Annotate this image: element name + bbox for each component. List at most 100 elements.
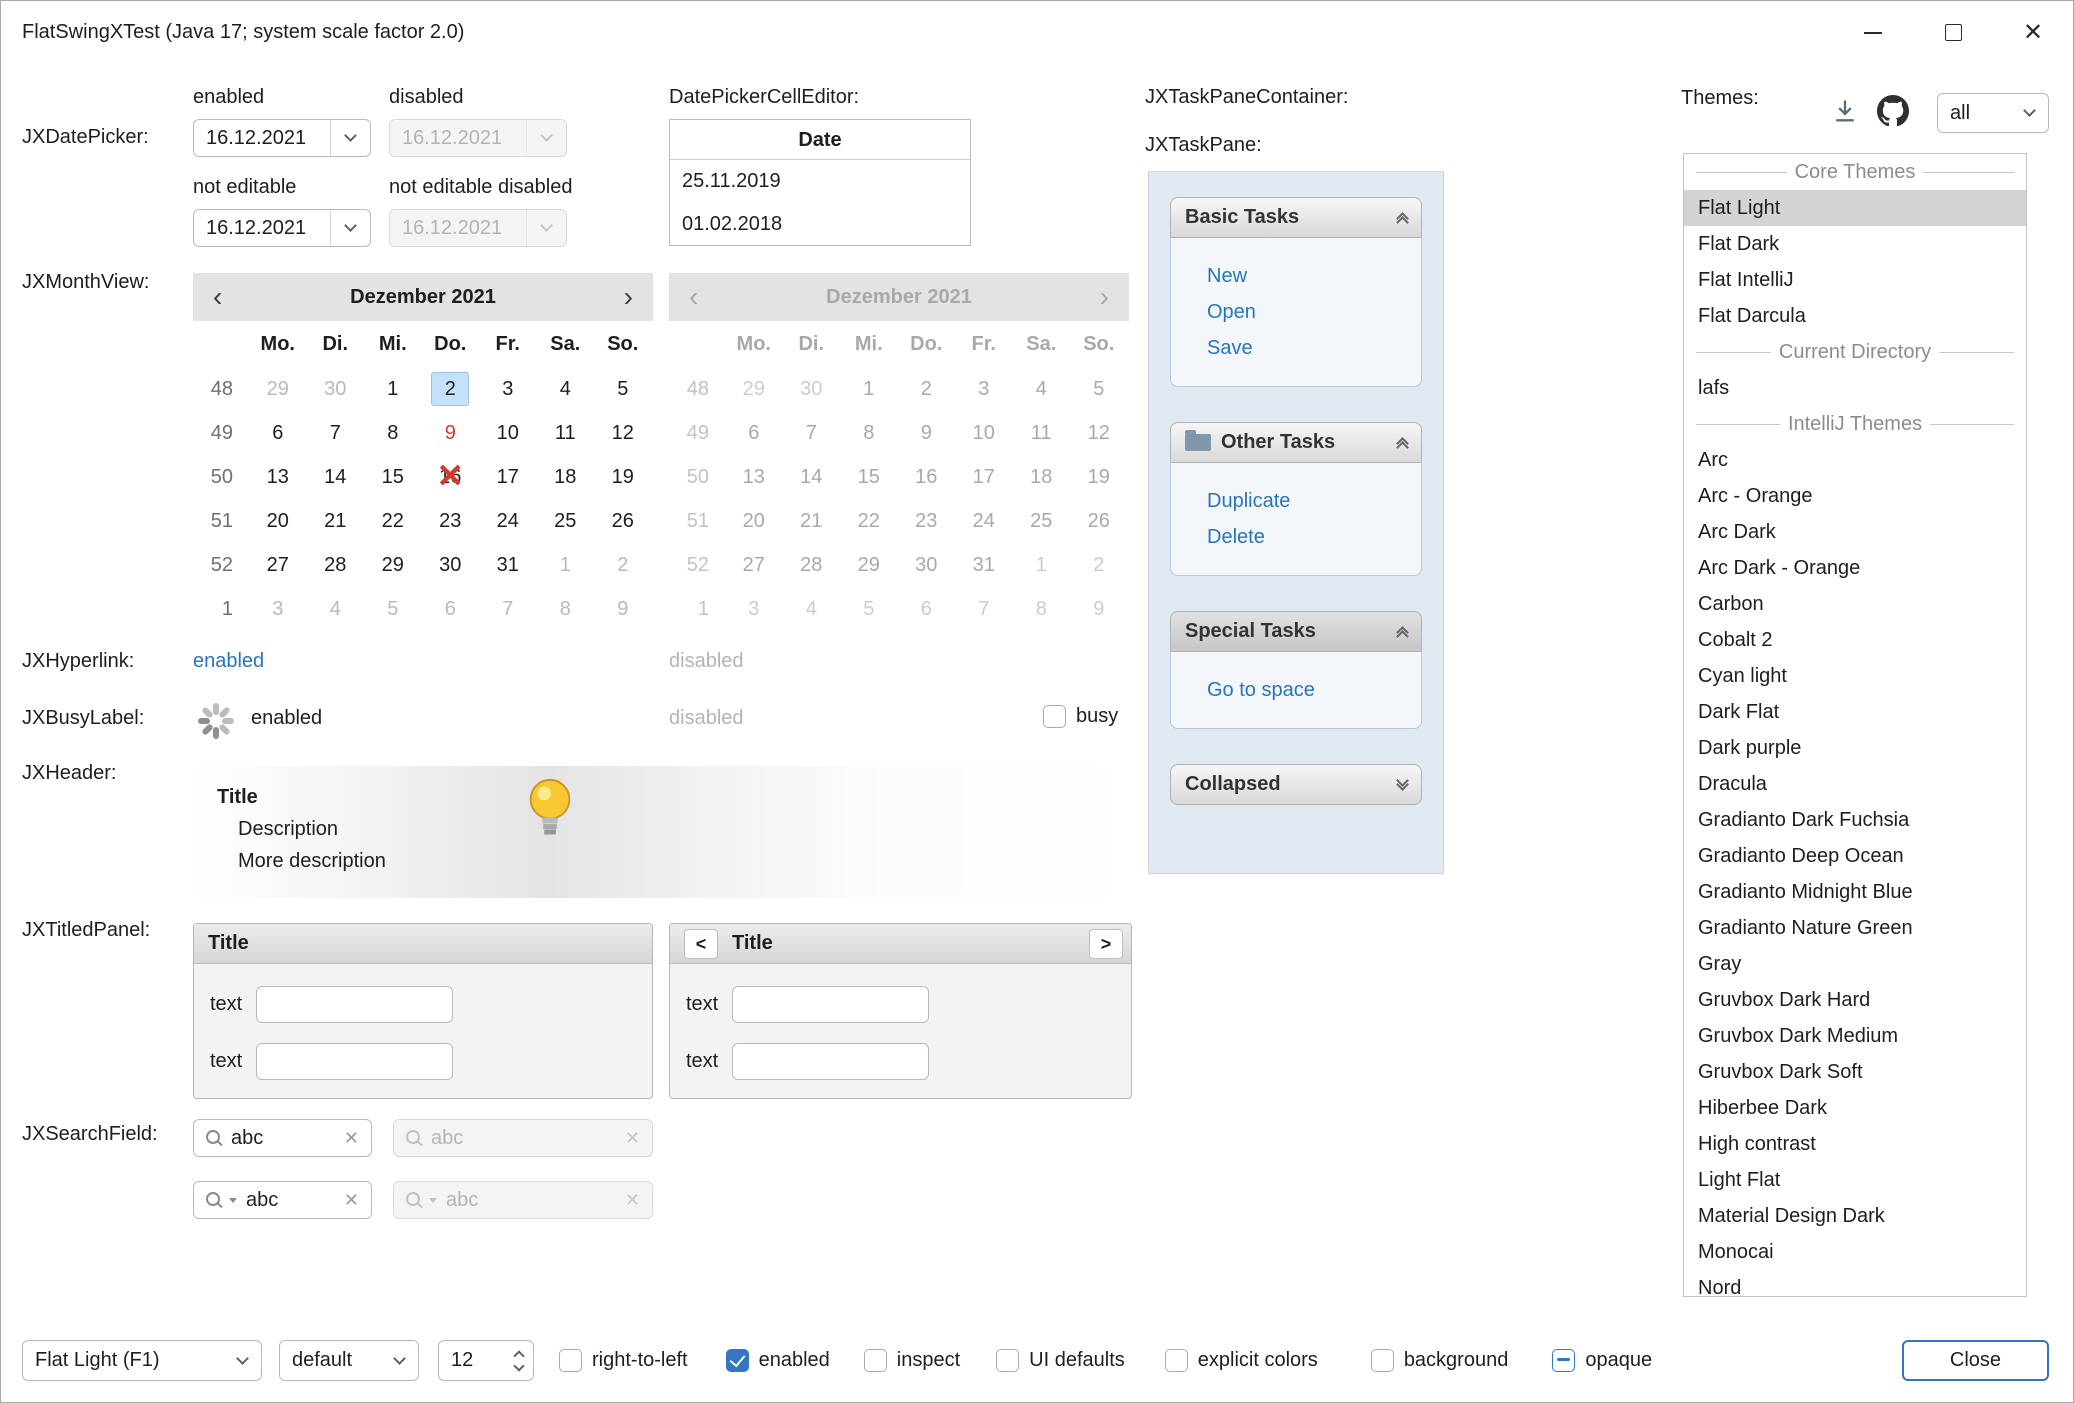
datepicker-not-editable[interactable]: 16.12.2021 bbox=[193, 209, 371, 247]
calendar-day[interactable]: 10 bbox=[479, 416, 537, 450]
minimize-button[interactable] bbox=[1833, 1, 1913, 64]
checkbox-right-to-left[interactable]: right-to-left bbox=[559, 1349, 688, 1372]
calendar-day[interactable]: 4 bbox=[537, 372, 595, 406]
theme-list-item[interactable]: Gradianto Deep Ocean bbox=[1684, 838, 2026, 874]
taskpane-link[interactable]: New bbox=[1207, 258, 1421, 294]
calendar-day[interactable]: 31 bbox=[479, 548, 537, 582]
titled-panel-prev-button[interactable]: < bbox=[684, 929, 718, 959]
theme-list-item[interactable]: Gruvbox Dark Hard bbox=[1684, 982, 2026, 1018]
theme-list-item[interactable]: Arc Dark bbox=[1684, 514, 2026, 550]
checkbox-box[interactable] bbox=[996, 1349, 1019, 1372]
calendar-day[interactable]: 28 bbox=[307, 548, 365, 582]
calendar-day[interactable]: 12 bbox=[594, 416, 652, 450]
calendar-day[interactable]: 9 bbox=[594, 592, 652, 626]
checkbox-opaque[interactable]: opaque bbox=[1552, 1349, 1652, 1372]
calendar-day[interactable]: 29 bbox=[249, 372, 307, 406]
calendar-day[interactable]: 14 bbox=[307, 460, 365, 494]
taskpane-title[interactable]: Other Tasks bbox=[1170, 422, 1422, 463]
spinner-arrows[interactable] bbox=[515, 1352, 523, 1370]
clear-icon[interactable]: ✕ bbox=[344, 1191, 359, 1209]
titled-panel-next-button[interactable]: > bbox=[1089, 929, 1123, 959]
theme-list-item[interactable]: Flat Darcula bbox=[1684, 298, 2026, 334]
taskpane-title[interactable]: Collapsed bbox=[1170, 764, 1422, 805]
calendar-day[interactable]: 22 bbox=[364, 504, 422, 538]
search-value[interactable]: abc bbox=[231, 1127, 263, 1150]
calendar-day[interactable]: 18 bbox=[537, 460, 595, 494]
calendar-day[interactable]: 11 bbox=[537, 416, 595, 450]
calendar-day[interactable]: 8 bbox=[364, 416, 422, 450]
close-button[interactable]: Close bbox=[1902, 1340, 2049, 1381]
chevron-double-up-icon[interactable] bbox=[1398, 439, 1407, 447]
theme-list-item[interactable]: Gruvbox Dark Soft bbox=[1684, 1054, 2026, 1090]
theme-list-item[interactable]: Dracula bbox=[1684, 766, 2026, 802]
search-field-enabled[interactable]: abc ✕ bbox=[193, 1119, 372, 1157]
taskpane-link[interactable]: Delete bbox=[1207, 519, 1421, 555]
taskpane-link[interactable]: Go to space bbox=[1207, 672, 1421, 708]
theme-list-item[interactable]: Monocai bbox=[1684, 1234, 2026, 1270]
calendar-day[interactable]: 9 bbox=[422, 416, 480, 450]
titled-panel-text-field[interactable] bbox=[732, 986, 929, 1023]
datepicker-dropdown-button[interactable] bbox=[330, 210, 370, 246]
calendar-day[interactable]: 29 bbox=[364, 548, 422, 582]
calendar-day[interactable]: 1 bbox=[364, 372, 422, 406]
close-window-button[interactable]: ✕ bbox=[1993, 1, 2073, 64]
taskpane-title[interactable]: Basic Tasks bbox=[1170, 197, 1422, 238]
theme-list-item[interactable]: Nord bbox=[1684, 1270, 2026, 1297]
calendar-day[interactable]: 2 bbox=[422, 372, 480, 406]
theme-list-item[interactable]: Gradianto Dark Fuchsia bbox=[1684, 802, 2026, 838]
date-table-row[interactable]: 01.02.2018 bbox=[670, 203, 970, 246]
theme-list-item[interactable]: Gradianto Midnight Blue bbox=[1684, 874, 2026, 910]
theme-list-item[interactable]: Gray bbox=[1684, 946, 2026, 982]
search-value[interactable]: abc bbox=[246, 1189, 278, 1212]
calendar-day[interactable]: 1 bbox=[537, 548, 595, 582]
calendar-day[interactable]: 3 bbox=[249, 592, 307, 626]
theme-list-item[interactable]: Cyan light bbox=[1684, 658, 2026, 694]
calendar-day[interactable]: 3 bbox=[479, 372, 537, 406]
calendar-day[interactable]: 26 bbox=[594, 504, 652, 538]
checkbox-enabled[interactable]: enabled bbox=[726, 1349, 830, 1372]
search-field-with-menu[interactable]: abc ✕ bbox=[193, 1181, 372, 1219]
calendar-day[interactable]: 2 bbox=[594, 548, 652, 582]
checkbox-box[interactable] bbox=[559, 1349, 582, 1372]
taskpane-link[interactable]: Save bbox=[1207, 330, 1421, 366]
checkbox-background[interactable]: background bbox=[1371, 1349, 1509, 1372]
taskpane-link[interactable]: Open bbox=[1207, 294, 1421, 330]
calendar-day[interactable]: 7 bbox=[307, 416, 365, 450]
titled-panel-text-field[interactable] bbox=[256, 986, 453, 1023]
style-combo[interactable]: default bbox=[279, 1340, 419, 1381]
calendar-day[interactable]: 5 bbox=[364, 592, 422, 626]
taskpane-title[interactable]: Special Tasks bbox=[1170, 611, 1422, 652]
datepicker-enabled[interactable]: 16.12.2021 bbox=[193, 119, 371, 157]
checkbox-box[interactable] bbox=[1552, 1349, 1575, 1372]
github-icon[interactable] bbox=[1873, 91, 1913, 131]
theme-list-item[interactable]: Light Flat bbox=[1684, 1162, 2026, 1198]
calendar-day[interactable]: 15 bbox=[364, 460, 422, 494]
theme-list-item[interactable]: Flat Light bbox=[1684, 190, 2026, 226]
calendar-day[interactable]: 16✕ bbox=[422, 460, 480, 494]
calendar-day[interactable]: 25 bbox=[537, 504, 595, 538]
maximize-button[interactable] bbox=[1913, 1, 1993, 64]
calendar-day[interactable]: 5 bbox=[594, 372, 652, 406]
calendar-day[interactable]: 6 bbox=[249, 416, 307, 450]
titled-panel-text-field[interactable] bbox=[732, 1043, 929, 1080]
theme-list-item[interactable]: Arc - Orange bbox=[1684, 478, 2026, 514]
checkbox-box[interactable] bbox=[864, 1349, 887, 1372]
calendar-day[interactable]: 20 bbox=[249, 504, 307, 538]
taskpane-link[interactable]: Duplicate bbox=[1207, 483, 1421, 519]
theme-list-item[interactable]: Gruvbox Dark Medium bbox=[1684, 1018, 2026, 1054]
next-month-icon[interactable]: › bbox=[624, 283, 633, 311]
calendar-day[interactable]: 13 bbox=[249, 460, 307, 494]
checkbox-box[interactable] bbox=[1165, 1349, 1188, 1372]
font-size-spinner[interactable]: 12 bbox=[438, 1340, 534, 1381]
checkbox-box[interactable] bbox=[1043, 705, 1066, 728]
previous-month-icon[interactable]: ‹ bbox=[213, 283, 222, 311]
chevron-double-down-icon[interactable] bbox=[1398, 781, 1407, 789]
checkbox-inspect[interactable]: inspect bbox=[864, 1349, 960, 1372]
calendar-day[interactable]: 8 bbox=[537, 592, 595, 626]
theme-list-item[interactable]: Flat Dark bbox=[1684, 226, 2026, 262]
checkbox-explicit-colors[interactable]: explicit colors bbox=[1165, 1349, 1318, 1372]
theme-list-item[interactable]: Material Design Dark bbox=[1684, 1198, 2026, 1234]
theme-list-item[interactable]: Arc Dark - Orange bbox=[1684, 550, 2026, 586]
checkbox-box[interactable] bbox=[1371, 1349, 1394, 1372]
calendar-day[interactable]: 27 bbox=[249, 548, 307, 582]
